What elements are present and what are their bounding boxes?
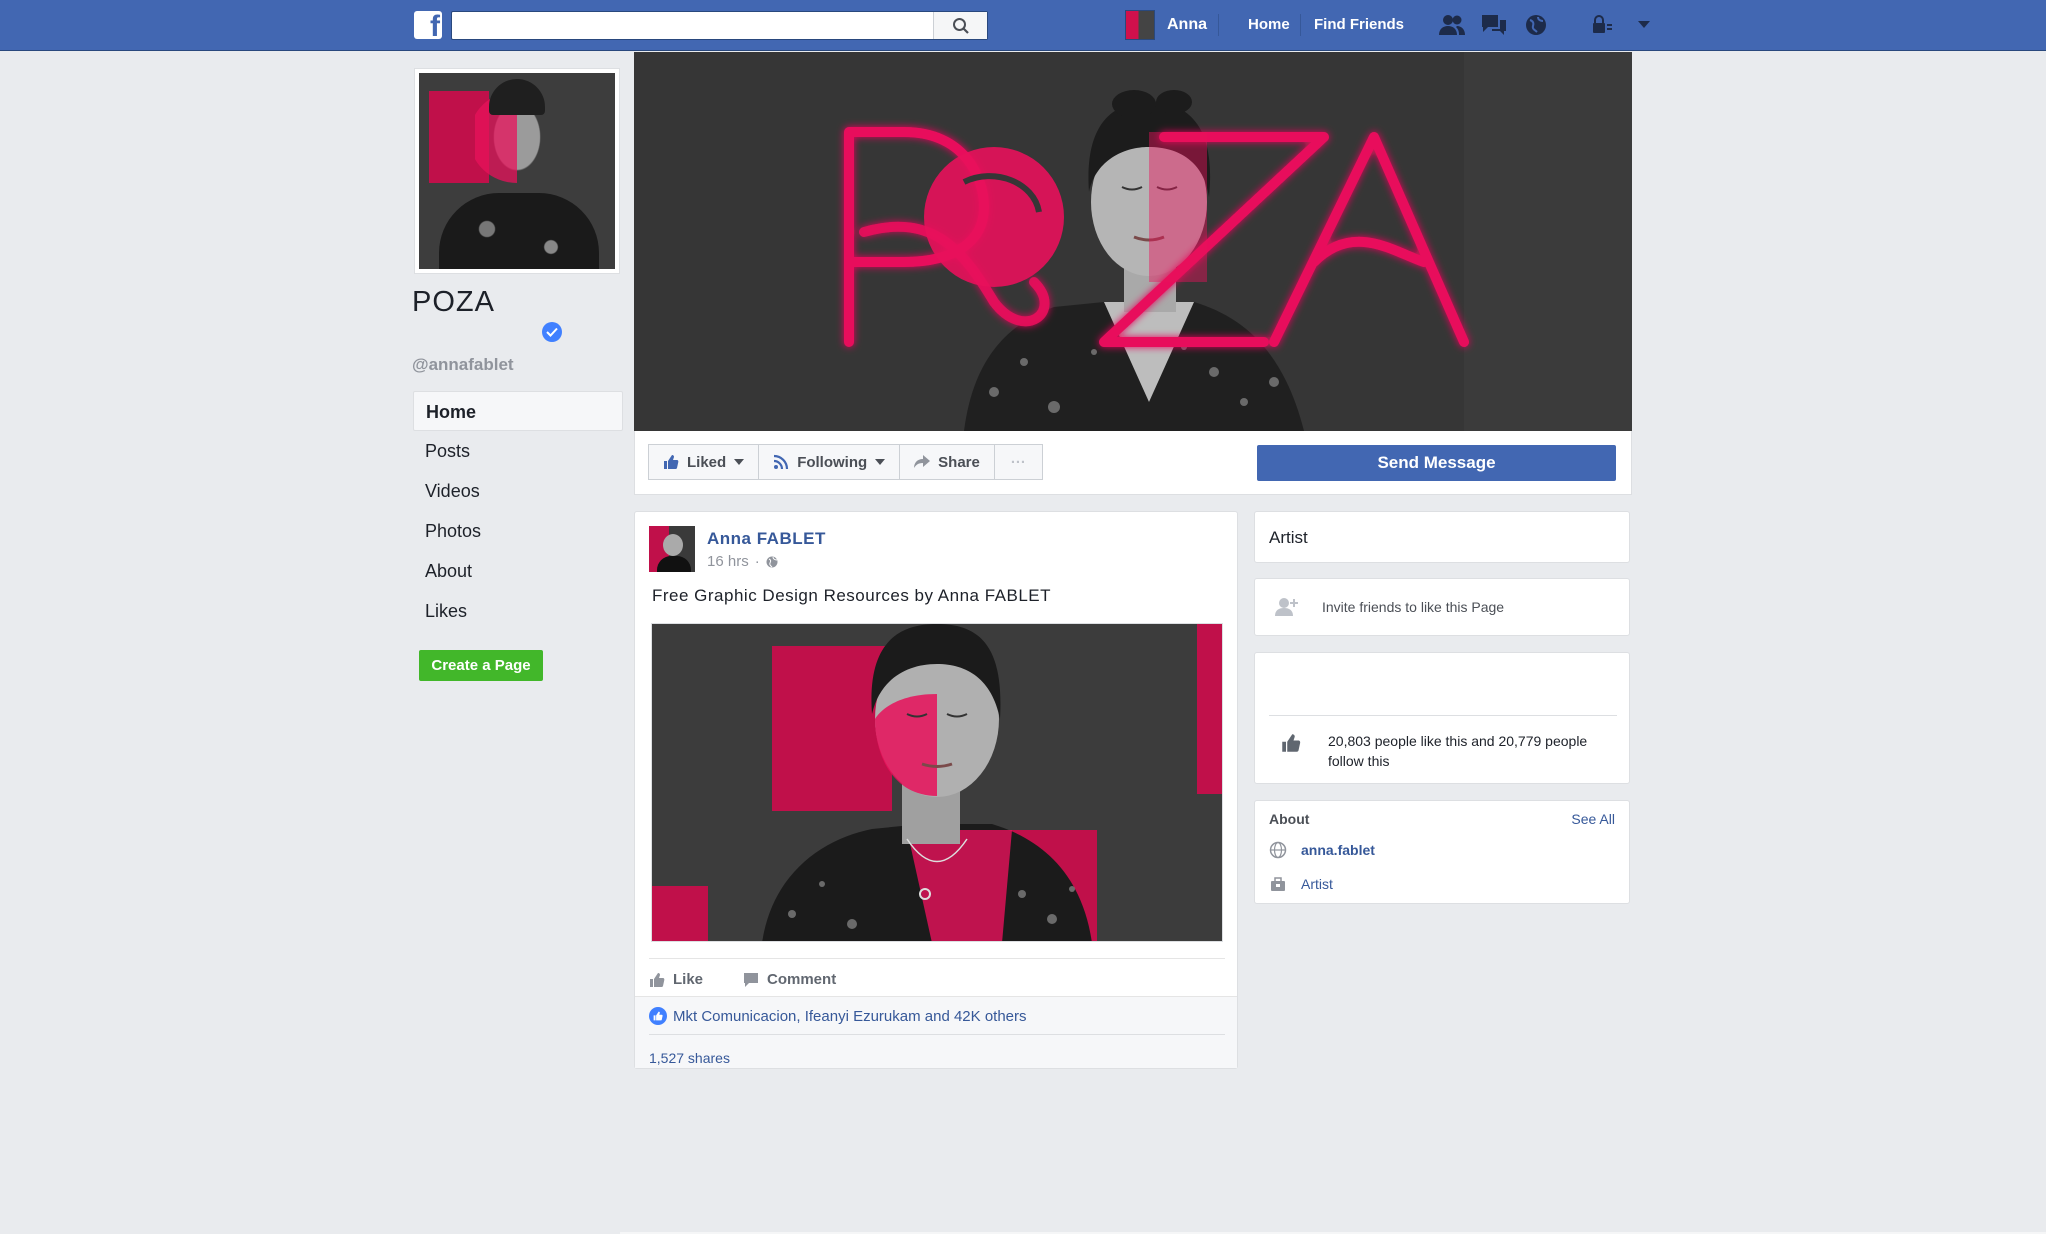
public-globe-icon xyxy=(766,556,778,567)
separator-dot: · xyxy=(754,553,760,570)
more-options-button[interactable]: ··· xyxy=(993,444,1043,480)
sidebar-item-photos[interactable]: Photos xyxy=(413,511,623,551)
friend-requests-icon[interactable] xyxy=(1438,12,1466,38)
post-message: Free Graphic Design Resources by Anna FA… xyxy=(652,586,1052,605)
see-all-link[interactable]: See All xyxy=(1571,811,1615,827)
thumbs-up-icon xyxy=(1282,734,1301,752)
page-sidebar-nav: Home Posts Videos Photos About Likes xyxy=(413,391,623,631)
nav-profile-link[interactable]: Anna xyxy=(1125,10,1207,40)
share-button[interactable]: Share xyxy=(899,444,995,480)
reactions-text: Mkt Comunicacion, Ifeanyi Ezurukam and 4… xyxy=(673,1007,1027,1025)
search-box xyxy=(451,11,988,40)
nav-divider xyxy=(1300,14,1301,36)
divider xyxy=(649,1034,1225,1035)
thumbs-up-icon xyxy=(664,455,679,469)
caret-down-icon xyxy=(875,459,886,465)
liked-button[interactable]: Liked xyxy=(648,444,760,480)
sidebar-item-videos[interactable]: Videos xyxy=(413,471,623,511)
nav-divider xyxy=(1218,14,1219,36)
divider xyxy=(1269,715,1617,716)
search-button[interactable] xyxy=(933,12,987,39)
page-handle[interactable]: @annafablet xyxy=(412,355,514,375)
post-photo[interactable] xyxy=(651,623,1223,942)
post-card: Anna FABLET 16 hrs · Free Graphic Design… xyxy=(634,511,1238,1069)
nav-find-friends-link[interactable]: Find Friends xyxy=(1314,16,1404,33)
messages-icon[interactable] xyxy=(1480,12,1508,38)
avatar xyxy=(1125,10,1155,40)
verified-badge-icon xyxy=(542,322,562,342)
community-stats-text: 20,803 people like this and 20,779 peopl… xyxy=(1328,733,1588,769)
like-label: Like xyxy=(673,971,704,988)
profile-picture[interactable] xyxy=(414,68,620,274)
post-reactions-summary: Mkt Comunicacion, Ifeanyi Ezurukam and 4… xyxy=(635,996,1237,1068)
rss-feed-icon xyxy=(774,454,789,470)
comment-bubble-icon xyxy=(744,972,759,987)
thumbs-up-icon xyxy=(650,972,665,987)
post-author-name[interactable]: Anna FABLET xyxy=(707,529,826,549)
sidebar-item-posts[interactable]: Posts xyxy=(413,431,623,471)
create-page-button[interactable]: Create a Page xyxy=(419,650,543,681)
top-navigation-bar xyxy=(0,0,2046,51)
about-card: About See All anna.fablet Artist xyxy=(1254,800,1630,904)
post-time-label: 16 hrs xyxy=(707,553,749,570)
cover-photo[interactable] xyxy=(634,52,1632,431)
add-friend-icon xyxy=(1275,598,1298,616)
notifications-globe-icon[interactable] xyxy=(1522,12,1550,38)
post-author-avatar[interactable] xyxy=(649,526,695,572)
account-menu-chevron-down-icon[interactable] xyxy=(1630,12,1658,38)
about-website-row[interactable]: anna.fablet xyxy=(1269,841,1375,859)
invite-friends-card[interactable]: Invite friends to like this Page xyxy=(1254,578,1630,636)
liked-label: Liked xyxy=(687,453,727,471)
post-timestamp[interactable]: 16 hrs · xyxy=(707,553,778,570)
nav-home-link[interactable]: Home xyxy=(1248,16,1290,33)
globe-icon xyxy=(1269,841,1287,859)
nav-icons xyxy=(1438,12,1658,38)
page-action-bar: Liked Following Share ··· Send Message xyxy=(634,431,1632,495)
reactions-line[interactable]: Mkt Comunicacion, Ifeanyi Ezurukam and 4… xyxy=(649,1007,1027,1025)
invite-friends-text: Invite friends to like this Page xyxy=(1322,599,1505,615)
nav-spacer xyxy=(1564,12,1574,38)
share-arrow-icon xyxy=(914,455,931,468)
like-button[interactable]: Like xyxy=(649,971,703,988)
about-title: About xyxy=(1269,811,1310,827)
page-title: POZA xyxy=(412,286,495,318)
sidebar-item-home[interactable]: Home xyxy=(413,391,623,431)
sidebar-item-likes[interactable]: Likes xyxy=(413,591,623,631)
following-label: Following xyxy=(797,453,868,471)
sidebar-item-about[interactable]: About xyxy=(413,551,623,591)
search-icon xyxy=(952,17,969,34)
category-tag-icon xyxy=(1271,877,1285,891)
cover-art xyxy=(634,52,1632,431)
following-button[interactable]: Following xyxy=(758,444,901,480)
post-actions-bar: Like Comment xyxy=(649,958,1225,992)
community-card: 20,803 people like this and 20,779 peopl… xyxy=(1254,652,1630,784)
caret-down-icon xyxy=(734,459,745,465)
comment-label: Comment xyxy=(767,971,837,988)
shares-count-link[interactable]: 1,527 shares xyxy=(649,1050,730,1066)
post-photo-art xyxy=(652,624,1222,941)
like-reaction-icon xyxy=(649,1007,667,1025)
facebook-logo-icon[interactable]: f xyxy=(414,11,442,39)
category-link: Artist xyxy=(1301,876,1333,892)
search-input[interactable] xyxy=(452,12,932,39)
page-category-label: Artist xyxy=(1269,528,1308,547)
privacy-shortcuts-icon[interactable] xyxy=(1588,12,1616,38)
more-options-label: ··· xyxy=(1010,453,1026,471)
website-link: anna.fablet xyxy=(1301,842,1375,858)
profile-photo xyxy=(419,73,615,269)
send-message-label: Send Message xyxy=(1377,453,1496,472)
nav-user-name: Anna xyxy=(1167,16,1207,33)
send-message-button[interactable]: Send Message xyxy=(1257,445,1616,481)
about-category-row[interactable]: Artist xyxy=(1269,875,1333,893)
comment-button[interactable]: Comment xyxy=(743,971,836,988)
page-action-buttons: Liked Following Share ··· xyxy=(648,444,1043,480)
share-label: Share xyxy=(938,453,980,471)
page-category-card: Artist xyxy=(1254,511,1630,563)
